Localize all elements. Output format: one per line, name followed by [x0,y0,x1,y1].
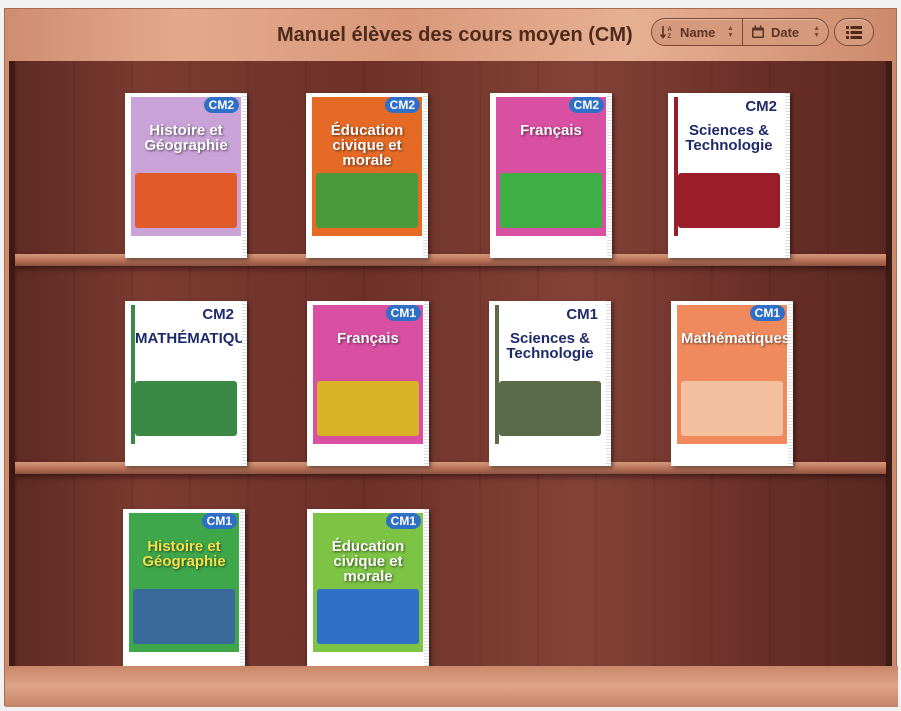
level-badge: CM1 [566,306,598,323]
book-title: Histoire et Géographie [142,538,226,570]
cover-illustration [135,381,237,436]
book-cover[interactable]: CM1 Sciences & Technologie [489,301,611,466]
book-cover[interactable]: CM2 MATHÉMATIQUES [125,301,247,466]
page-title: Manuel élèves des cours moyen (CM) [277,24,633,46]
sort-name-label: Name [680,24,716,40]
page-edge [240,509,245,674]
book-cover[interactable]: CM2 Français [490,93,612,258]
svg-text:A: A [668,27,673,33]
level-badge: CM2 [203,97,239,113]
book-title: Sciences & Technologie [506,330,594,362]
list-view-button[interactable] [834,18,874,46]
page-edge [607,93,612,258]
cover-illustration [499,381,601,436]
level-badge: CM2 [568,97,604,113]
sort-alpha-icon: A Z [660,24,674,40]
book-title: Mathématiques [681,330,791,347]
level-badge: CM1 [201,513,237,529]
book-title: MATHÉMATIQUES [135,330,247,347]
page-edge [424,509,429,674]
level-badge: CM1 [749,305,785,321]
level-badge: CM1 [385,513,421,529]
page-edge [606,301,611,466]
bookshelf-window: Manuel élèves des cours moyen (CM) A Z N… [4,8,898,707]
book-cover[interactable]: CM1 Mathématiques [671,301,793,466]
page-edge [424,301,429,466]
svg-text:Z: Z [668,34,672,40]
level-badge: CM1 [385,305,421,321]
sort-updown-icon: ▲ ▼ [727,25,734,39]
cover-illustration [317,589,419,644]
book-title: Français [337,330,399,347]
cover-illustration [681,381,783,436]
cover-illustration [317,381,419,436]
list-icon [846,25,862,39]
book-title: Français [520,122,582,139]
cover-illustration [316,173,418,228]
footer-bar [5,666,898,707]
book-cover[interactable]: CM2 Sciences & Technologie [668,93,790,258]
page-edge [785,93,790,258]
cover-illustration [678,173,780,228]
cover-illustration [133,589,235,644]
book-cover[interactable]: CM2 Histoire et Géographie [125,93,247,258]
book-cover[interactable]: CM1 Français [307,301,429,466]
level-badge: CM2 [384,97,420,113]
book-title: Histoire et Géographie [144,122,228,154]
sort-updown-icon: ▲ ▼ [813,25,820,39]
book-title: Éducation civique et morale [331,538,405,585]
shelves: CM2 Histoire et Géographie CM2 Éducation ci… [9,61,892,674]
book-cover[interactable]: CM2 Éducation civique et morale [306,93,428,258]
book-cover[interactable]: CM1 Histoire et Géographie [123,509,245,674]
calendar-icon [751,25,765,39]
book-cover[interactable]: CM1 Éducation civique et morale [307,509,429,674]
book-title: Sciences & Technologie [685,122,773,154]
page-edge [242,301,247,466]
cover-illustration [500,173,602,228]
sort-date-label: Date [770,24,800,40]
cover-illustration [135,173,237,228]
page-edge [423,93,428,258]
page-edge [242,93,247,258]
sort-by-name-button[interactable]: A Z Name ▲ ▼ [652,19,743,45]
header-bar: Manuel élèves des cours moyen (CM) A Z N… [5,9,898,61]
book-title: Éducation civique et morale [330,122,404,169]
page-edge [788,301,793,466]
sort-control: A Z Name ▲ ▼ Date ▲ ▼ [651,18,829,46]
sort-by-date-button[interactable]: Date ▲ ▼ [743,19,828,45]
level-badge: CM2 [745,98,777,115]
level-badge: CM2 [202,306,234,323]
